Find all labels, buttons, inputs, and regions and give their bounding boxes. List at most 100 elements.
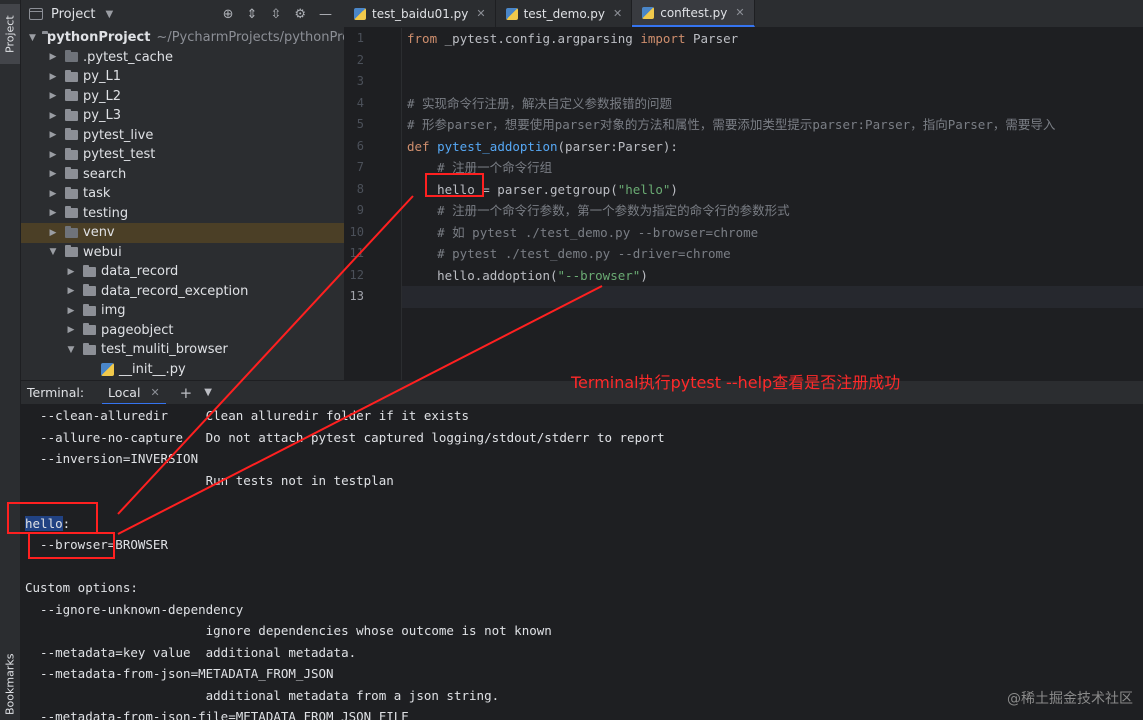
tree-folder-item[interactable]: ▶ .pytest_cache — [21, 48, 344, 68]
tree-folder-item[interactable]: ▶ pytest_test — [21, 145, 344, 165]
chevron-right-icon[interactable]: ▶ — [65, 306, 77, 316]
tree-folder-item[interactable]: ▶ py_L3 — [21, 106, 344, 126]
code-editor[interactable]: 1 2 3 4 5 6 7 8 9 10 11 12 13 from _pytest.config.ar… — [344, 28, 1143, 380]
close-icon[interactable]: ✕ — [735, 6, 744, 19]
project-tool-tab[interactable]: Project — [0, 4, 20, 64]
chevron-right-icon[interactable]: ▶ — [65, 267, 77, 277]
folder-icon — [65, 50, 78, 63]
chevron-down-icon[interactable]: ▼ — [29, 33, 36, 43]
folder-icon — [65, 108, 78, 121]
chevron-right-icon[interactable]: ▶ — [47, 150, 59, 160]
code-line: # 如 pytest ./test_demo.py --browser=chro… — [407, 222, 758, 244]
project-panel-title[interactable]: Project — [51, 7, 95, 22]
chevron-right-icon[interactable]: ▶ — [47, 111, 59, 121]
bookmarks-tool-tab[interactable]: Bookmarks — [0, 650, 20, 718]
tree-folder-item[interactable]: ▼ pythonProject ~/PycharmProjects/pythonPr… — [21, 28, 344, 48]
chevron-down-icon[interactable]: ▼ — [204, 387, 212, 398]
tree-folder-item[interactable]: ▶ task — [21, 184, 344, 204]
chevron-right-icon[interactable]: ▶ — [47, 169, 59, 179]
chevron-right-icon[interactable]: ▶ — [47, 130, 59, 140]
code-token: _pytest.config.argparsing — [444, 31, 641, 46]
tree-item-label: pythonProject — [46, 30, 151, 46]
close-icon[interactable]: ✕ — [613, 7, 622, 20]
close-icon[interactable]: ✕ — [150, 386, 159, 399]
tree-folder-item[interactable]: ▶ pageobject — [21, 321, 344, 341]
collapse-all-icon[interactable]: ⇳ — [270, 7, 281, 22]
tree-folder-item[interactable]: ▶ py_L1 — [21, 67, 344, 87]
tree-folder-item[interactable]: ▶ py_L2 — [21, 87, 344, 107]
tree-item-label: venv — [83, 225, 115, 241]
terminal-tab-local[interactable]: Local ✕ — [102, 381, 166, 405]
line-number: 2 — [356, 52, 364, 67]
chevron-down-icon[interactable]: ▼ — [65, 345, 77, 355]
tree-file-item[interactable]: __init__.py — [21, 360, 344, 380]
tree-item-label: search — [83, 166, 127, 182]
tool-window-strip: Project Bookmarks — [0, 0, 21, 720]
code-line: hello = parser.getgroup("hello") — [407, 179, 678, 201]
chevron-right-icon[interactable]: ▶ — [47, 208, 59, 218]
tree-folder-item[interactable]: ▶ pytest_live — [21, 126, 344, 146]
terminal-output[interactable]: --clean-alluredir Clean alluredir folder… — [21, 404, 1143, 720]
folder-icon — [83, 264, 96, 277]
line-number: 9 — [356, 203, 364, 217]
code-token: hello = parser.getgroup( — [407, 181, 618, 197]
tree-item-label: test_muliti_browser — [101, 342, 228, 358]
python-file-icon — [642, 6, 655, 19]
folder-icon — [83, 303, 96, 316]
code-token: hello.addoption( — [407, 267, 558, 283]
chevron-right-icon[interactable]: ▶ — [47, 72, 59, 82]
editor-tab[interactable]: conftest.py ✕ — [632, 0, 755, 27]
tree-folder-item[interactable]: ▼ test_muliti_browser — [21, 340, 344, 360]
code-line: # 形参parser，想要使用parser对象的方法和属性，需要添加类型提示pa… — [407, 114, 1055, 136]
tree-folder-item[interactable]: ▶ data_record — [21, 262, 344, 282]
code-line — [402, 286, 1143, 308]
tree-item-label: __init__.py — [119, 361, 186, 377]
code-line: # 注册一个命令行组 — [407, 157, 552, 179]
tree-folder-item[interactable]: ▶ search — [21, 165, 344, 185]
line-number-gutter: 1 2 3 4 5 6 7 8 9 10 11 12 13 — [344, 28, 402, 380]
chevron-down-icon[interactable]: ▼ — [47, 247, 59, 257]
tree-folder-item[interactable]: ▶ venv — [21, 223, 344, 243]
terminal-label: Terminal: — [27, 385, 85, 400]
tree-folder-item[interactable]: ▼ webui — [21, 243, 344, 263]
code-token: ) — [640, 267, 648, 283]
close-icon[interactable]: ✕ — [476, 7, 485, 20]
tree-item-label: py_L2 — [83, 88, 121, 104]
tree-folder-item[interactable]: ▶ testing — [21, 204, 344, 224]
terminal-line: Custom options: — [25, 580, 138, 595]
folder-icon — [65, 225, 78, 238]
code-token: "hello" — [617, 181, 671, 197]
python-file-icon — [354, 7, 366, 20]
tree-folder-item[interactable]: ▶ img — [21, 301, 344, 321]
editor-tab-label: conftest.py — [660, 5, 728, 20]
python-file-icon — [505, 7, 518, 20]
folder-icon — [65, 186, 78, 199]
editor-tab[interactable]: test_baidu01.py ✕ — [344, 0, 496, 27]
folder-icon — [65, 147, 78, 160]
chevron-right-icon[interactable]: ▶ — [65, 325, 77, 335]
project-tree: ▼ pythonProject ~/PycharmProjects/pythonPr… — [21, 28, 344, 380]
code-line: # pytest ./test_demo.py --driver=chrome — [407, 243, 731, 265]
chevron-right-icon[interactable]: ▶ — [47, 52, 59, 62]
line-number: 10 — [349, 224, 364, 239]
terminal-line: --metadata-from-json-file=METADATA_FROM_… — [25, 709, 409, 720]
project-panel-header: Project ▼ ⊕ ⇕ ⇳ ⚙ — — [21, 0, 344, 28]
chevron-down-icon[interactable]: ▼ — [105, 9, 113, 20]
folder-icon — [65, 206, 78, 219]
minimize-icon[interactable]: — — [319, 7, 332, 22]
folder-icon — [65, 128, 78, 141]
gear-icon[interactable]: ⚙ — [294, 7, 306, 22]
chevron-right-icon[interactable]: ▶ — [65, 286, 77, 296]
chevron-right-icon[interactable]: ▶ — [47, 91, 59, 101]
tree-folder-item[interactable]: ▶ data_record_exception — [21, 282, 344, 302]
chevron-right-icon[interactable]: ▶ — [47, 228, 59, 238]
terminal-line: --browser=BROWSER — [25, 537, 168, 552]
new-terminal-plus-icon[interactable]: + — [180, 384, 193, 402]
expand-all-icon[interactable]: ⇕ — [247, 7, 258, 22]
line-number: 5 — [356, 117, 364, 131]
locate-file-icon[interactable]: ⊕ — [223, 7, 234, 22]
line-number: 1 — [356, 31, 364, 45]
chevron-right-icon[interactable]: ▶ — [47, 189, 59, 199]
editor-tab[interactable]: test_demo.py ✕ — [496, 0, 633, 27]
gutter-divider — [401, 28, 402, 380]
